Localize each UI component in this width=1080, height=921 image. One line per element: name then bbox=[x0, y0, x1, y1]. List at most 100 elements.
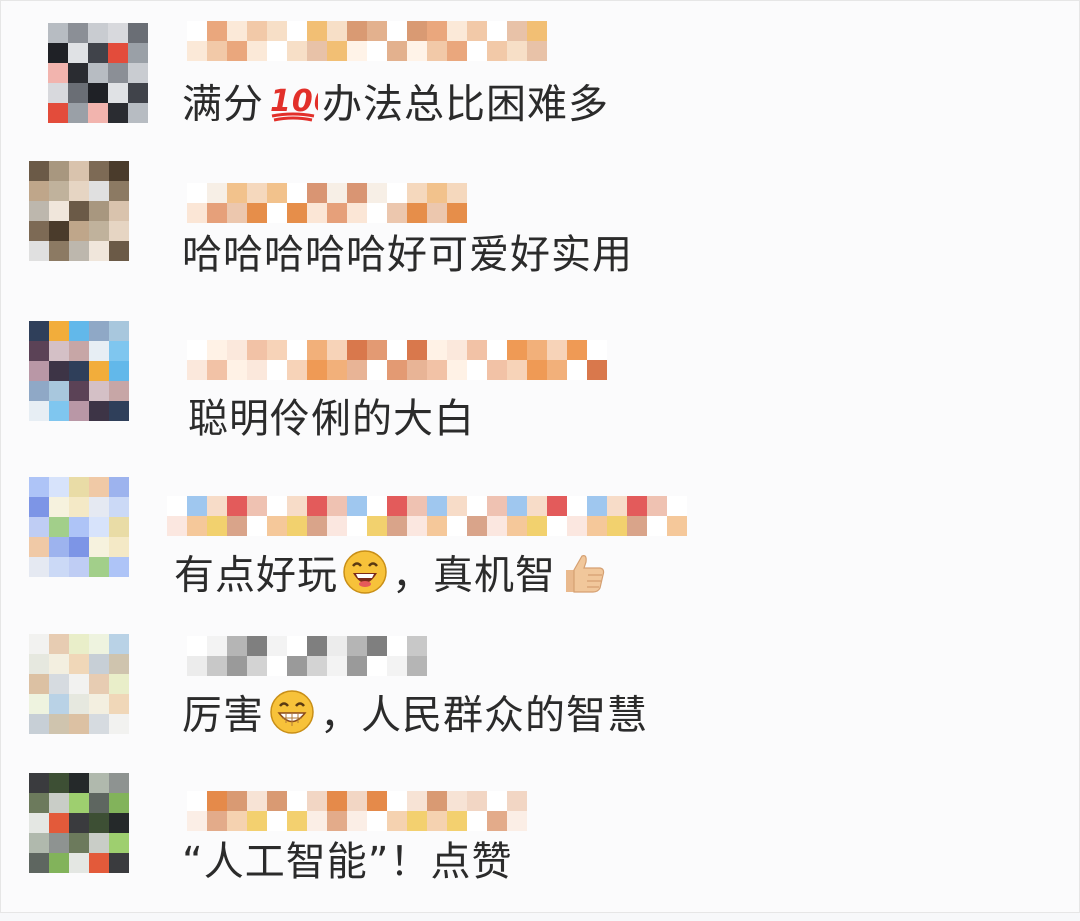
nickname-pixel bbox=[187, 811, 207, 831]
nickname-pixel bbox=[487, 41, 507, 61]
avatar-pixel bbox=[88, 43, 108, 63]
avatar-pixel bbox=[49, 381, 69, 401]
avatar-pixel bbox=[49, 537, 69, 557]
nickname-pixel bbox=[307, 360, 327, 380]
nickname-pixel bbox=[307, 21, 327, 41]
comment-item[interactable]: 满分 100 办法总比困难多 bbox=[1, 1, 1080, 151]
comment-item[interactable]: 哈哈哈哈哈好可爱好实用 bbox=[1, 156, 1080, 306]
avatar-pixel bbox=[69, 477, 89, 497]
avatar-pixel bbox=[29, 537, 49, 557]
comment-text: 有点好玩 ，真机智 bbox=[174, 548, 612, 607]
nickname-pixel bbox=[207, 21, 227, 41]
avatar-pixel bbox=[29, 833, 49, 853]
nickname-pixel bbox=[447, 516, 467, 536]
avatar-pixel bbox=[109, 813, 129, 833]
avatar-pixel bbox=[29, 477, 49, 497]
nickname-pixel bbox=[187, 183, 207, 203]
avatar-pixel bbox=[109, 793, 129, 813]
nickname-pixel bbox=[227, 203, 247, 223]
nickname-pixel bbox=[247, 791, 267, 811]
avatar-pixel bbox=[48, 63, 68, 83]
avatar[interactable] bbox=[29, 161, 129, 261]
hundred-points-icon: 100 bbox=[268, 79, 335, 134]
avatar-pixel bbox=[68, 43, 88, 63]
nickname-pixel bbox=[367, 340, 387, 360]
nickname-pixel bbox=[587, 516, 607, 536]
nickname-pixel bbox=[247, 21, 267, 41]
avatar-pixel bbox=[68, 83, 88, 103]
avatar-pixel bbox=[109, 773, 129, 793]
nickname-pixel bbox=[547, 516, 567, 536]
nickname-pixel bbox=[467, 21, 487, 41]
avatar-pixel bbox=[29, 341, 49, 361]
nickname-pixel bbox=[367, 360, 387, 380]
avatar[interactable] bbox=[29, 773, 129, 873]
nickname-pixel bbox=[287, 811, 307, 831]
nickname[interactable] bbox=[187, 791, 527, 831]
nickname-pixel bbox=[207, 340, 227, 360]
avatar[interactable] bbox=[29, 321, 129, 421]
nickname-pixel bbox=[267, 360, 287, 380]
nickname-pixel bbox=[267, 811, 287, 831]
avatar-pixel bbox=[69, 361, 89, 381]
nickname-pixel bbox=[347, 496, 367, 516]
avatar-pixel bbox=[89, 537, 109, 557]
nickname-pixel bbox=[187, 41, 207, 61]
nickname-pixel bbox=[207, 360, 227, 380]
avatar-pixel bbox=[89, 161, 109, 181]
avatar-pixel bbox=[29, 793, 49, 813]
avatar-pixel bbox=[69, 221, 89, 241]
avatar-pixel bbox=[89, 341, 109, 361]
nickname-pixel bbox=[507, 811, 527, 831]
avatar-pixel bbox=[29, 361, 49, 381]
avatar-pixel bbox=[128, 63, 148, 83]
nickname-pixel bbox=[267, 41, 287, 61]
avatar-pixel bbox=[48, 103, 68, 123]
nickname-pixel bbox=[407, 41, 427, 61]
nickname-pixel bbox=[407, 811, 427, 831]
comment-text-part: 聪明伶俐的大白 bbox=[188, 396, 475, 442]
nickname-pixel bbox=[367, 811, 387, 831]
nickname-pixel bbox=[247, 41, 267, 61]
comment-item[interactable]: 厉害 ，人民群众的智慧 bbox=[1, 628, 1080, 778]
nickname-pixel bbox=[387, 183, 407, 203]
nickname[interactable] bbox=[187, 636, 427, 676]
nickname-pixel bbox=[547, 496, 567, 516]
nickname-pixel bbox=[587, 340, 607, 360]
nickname-pixel bbox=[367, 516, 387, 536]
nickname[interactable] bbox=[187, 340, 607, 380]
nickname-pixel bbox=[327, 496, 347, 516]
avatar[interactable] bbox=[48, 23, 148, 123]
comment-item[interactable]: 聪明伶俐的大白 bbox=[1, 313, 1080, 463]
nickname-pixel bbox=[467, 811, 487, 831]
nickname[interactable] bbox=[187, 21, 547, 61]
nickname-pixel bbox=[187, 203, 207, 223]
avatar-pixel bbox=[49, 341, 69, 361]
avatar-pixel bbox=[69, 497, 89, 517]
nickname-pixel bbox=[327, 516, 347, 536]
comment-item[interactable]: 有点好玩 ，真机智 bbox=[1, 471, 1080, 621]
comment-text: 厉害 ，人民群众的智慧 bbox=[182, 688, 648, 747]
nickname-pixel bbox=[187, 21, 207, 41]
nickname[interactable] bbox=[187, 183, 467, 223]
nickname-pixel bbox=[387, 340, 407, 360]
comment-item[interactable]: “人工智能”！点赞 bbox=[1, 771, 1080, 921]
nickname-pixel bbox=[187, 791, 207, 811]
nickname-pixel bbox=[467, 360, 487, 380]
nickname-pixel bbox=[267, 496, 287, 516]
avatar-pixel bbox=[109, 381, 129, 401]
avatar-pixel bbox=[49, 477, 69, 497]
avatar-pixel bbox=[48, 83, 68, 103]
avatar-pixel bbox=[89, 557, 109, 577]
nickname-pixel bbox=[247, 516, 267, 536]
avatar[interactable] bbox=[29, 477, 129, 577]
nickname-pixel bbox=[267, 656, 287, 676]
nickname-pixel bbox=[407, 496, 427, 516]
nickname-pixel bbox=[387, 496, 407, 516]
nickname-pixel bbox=[487, 21, 507, 41]
nickname[interactable] bbox=[167, 496, 687, 536]
avatar[interactable] bbox=[29, 634, 129, 734]
nickname-pixel bbox=[347, 636, 367, 656]
nickname-pixel bbox=[447, 360, 467, 380]
nickname-pixel bbox=[427, 791, 447, 811]
